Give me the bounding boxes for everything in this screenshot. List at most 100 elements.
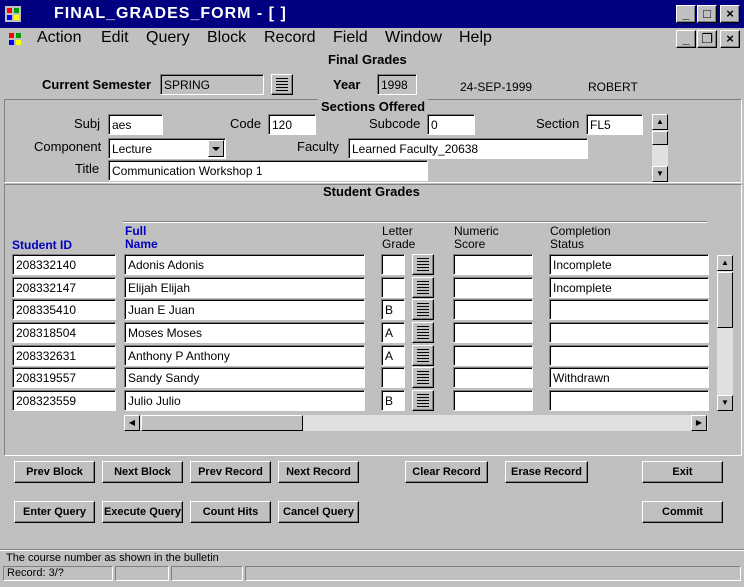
grades-vertical-scrollbar[interactable]: ▲ ▼	[717, 255, 733, 411]
menu-help[interactable]: Help	[459, 29, 492, 47]
clear-record-button[interactable]: Clear Record	[405, 461, 488, 483]
grade-lov-button[interactable]	[412, 254, 434, 275]
numeric-score-cell[interactable]	[453, 277, 533, 298]
letter-grade-cell[interactable]	[381, 254, 405, 275]
scroll-down-icon[interactable]: ▼	[652, 166, 668, 182]
prev-record-button[interactable]: Prev Record	[190, 461, 271, 483]
list-of-values-icon	[417, 349, 429, 362]
menu-block[interactable]: Block	[207, 29, 246, 47]
menu-action[interactable]: Action	[37, 29, 81, 47]
completion-status-cell[interactable]: Withdrawn	[549, 367, 709, 388]
full-name-cell[interactable]: Adonis Adonis	[124, 254, 365, 275]
full-name-cell[interactable]: Julio Julio	[124, 390, 365, 411]
scroll-up-icon[interactable]: ▲	[717, 255, 733, 271]
grade-lov-button[interactable]	[412, 299, 434, 320]
scroll-up-icon[interactable]: ▲	[652, 114, 668, 130]
semester-lov-button[interactable]	[271, 74, 293, 95]
scroll-left-icon[interactable]: ◀	[124, 415, 140, 431]
menu-app-icon[interactable]	[6, 30, 24, 48]
next-record-button[interactable]: Next Record	[278, 461, 359, 483]
count-hits-button[interactable]: Count Hits	[190, 501, 271, 523]
completion-status-cell[interactable]	[549, 345, 709, 366]
faculty-field[interactable]: Learned Faculty_20638	[348, 138, 588, 159]
commit-button[interactable]: Commit	[642, 501, 723, 523]
subj-field[interactable]: aes	[108, 114, 163, 135]
erase-record-button[interactable]: Erase Record	[505, 461, 588, 483]
letter-grade-cell[interactable]	[381, 277, 405, 298]
menu-record[interactable]: Record	[264, 29, 316, 47]
numeric-score-cell[interactable]	[453, 322, 533, 343]
menu-window[interactable]: Window	[385, 29, 442, 47]
semester-field[interactable]: SPRING	[160, 74, 264, 95]
letter-grade-cell[interactable]: B	[381, 299, 405, 320]
student-id-cell[interactable]: 208332147	[12, 277, 116, 298]
grade-lov-button[interactable]	[412, 345, 434, 366]
col-header-completion-status: Completion Status	[550, 224, 611, 251]
status-cell-empty	[171, 566, 243, 581]
menu-edit[interactable]: Edit	[101, 29, 129, 47]
subcode-field[interactable]: 0	[427, 114, 475, 135]
scroll-thumb[interactable]	[652, 131, 668, 145]
full-name-cell[interactable]: Elijah Elijah	[124, 277, 365, 298]
dropdown-arrow-icon[interactable]	[208, 140, 224, 157]
full-name-cell[interactable]: Moses Moses	[124, 322, 365, 343]
next-block-button[interactable]: Next Block	[102, 461, 183, 483]
numeric-score-cell[interactable]	[453, 390, 533, 411]
close-button[interactable]: ×	[720, 5, 740, 23]
menu-field[interactable]: Field	[333, 29, 368, 47]
mdi-close-button[interactable]: ×	[720, 30, 740, 48]
student-id-cell[interactable]: 208332631	[12, 345, 116, 366]
full-name-cell[interactable]: Juan E Juan	[124, 299, 365, 320]
student-id-cell[interactable]: 208323559	[12, 390, 116, 411]
semester-label: Current Semester	[42, 77, 152, 92]
grade-lov-button[interactable]	[412, 277, 434, 298]
menu-query[interactable]: Query	[146, 29, 190, 47]
grade-lov-button[interactable]	[412, 390, 434, 411]
component-select[interactable]: Lecture	[108, 138, 226, 159]
title-field[interactable]: Communication Workshop 1	[108, 160, 428, 181]
code-field[interactable]: 120	[268, 114, 316, 135]
maximize-button[interactable]: □	[697, 5, 717, 23]
numeric-score-cell[interactable]	[453, 254, 533, 275]
letter-grade-cell[interactable]: A	[381, 345, 405, 366]
student-id-cell[interactable]: 208318504	[12, 322, 116, 343]
cancel-query-button[interactable]: Cancel Query	[278, 501, 359, 523]
letter-grade-cell[interactable]	[381, 367, 405, 388]
scroll-thumb[interactable]	[141, 415, 303, 431]
grade-lov-button[interactable]	[412, 322, 434, 343]
completion-status-cell[interactable]: Incomplete	[549, 254, 709, 275]
letter-grade-cell[interactable]: A	[381, 322, 405, 343]
year-label: Year	[333, 77, 361, 92]
grades-horizontal-scrollbar[interactable]: ◀ ▶	[124, 415, 708, 431]
section-field[interactable]: FL5	[586, 114, 643, 135]
minimize-button[interactable]: _	[676, 5, 696, 23]
sections-scrollbar[interactable]: ▲ ▼	[652, 114, 668, 182]
scroll-right-icon[interactable]: ▶	[691, 415, 707, 431]
grade-lov-button[interactable]	[412, 367, 434, 388]
year-field[interactable]: 1998	[377, 74, 417, 95]
exit-button[interactable]: Exit	[642, 461, 723, 483]
faculty-label: Faculty	[297, 139, 339, 154]
full-name-cell[interactable]: Sandy Sandy	[124, 367, 365, 388]
mdi-minimize-button[interactable]: _	[676, 30, 696, 48]
full-name-cell[interactable]: Anthony P Anthony	[124, 345, 365, 366]
letter-grade-cell[interactable]: B	[381, 390, 405, 411]
numeric-score-cell[interactable]	[453, 345, 533, 366]
student-id-cell[interactable]: 208335410	[12, 299, 116, 320]
mdi-restore-button[interactable]: ❐	[697, 30, 717, 48]
completion-status-cell[interactable]	[549, 299, 709, 320]
completion-status-cell[interactable]: Incomplete	[549, 277, 709, 298]
completion-status-cell[interactable]	[549, 390, 709, 411]
enter-query-button[interactable]: Enter Query	[14, 501, 95, 523]
code-label: Code	[230, 116, 262, 131]
student-id-cell[interactable]: 208332140	[12, 254, 116, 275]
prev-block-button[interactable]: Prev Block	[14, 461, 95, 483]
completion-status-cell[interactable]	[549, 322, 709, 343]
scroll-down-icon[interactable]: ▼	[717, 395, 733, 411]
numeric-score-cell[interactable]	[453, 367, 533, 388]
execute-query-button[interactable]: Execute Query	[102, 501, 183, 523]
scroll-thumb[interactable]	[717, 272, 733, 328]
student-id-cell[interactable]: 208319557	[12, 367, 116, 388]
sections-offered-title: Sections Offered	[318, 99, 429, 114]
numeric-score-cell[interactable]	[453, 299, 533, 320]
